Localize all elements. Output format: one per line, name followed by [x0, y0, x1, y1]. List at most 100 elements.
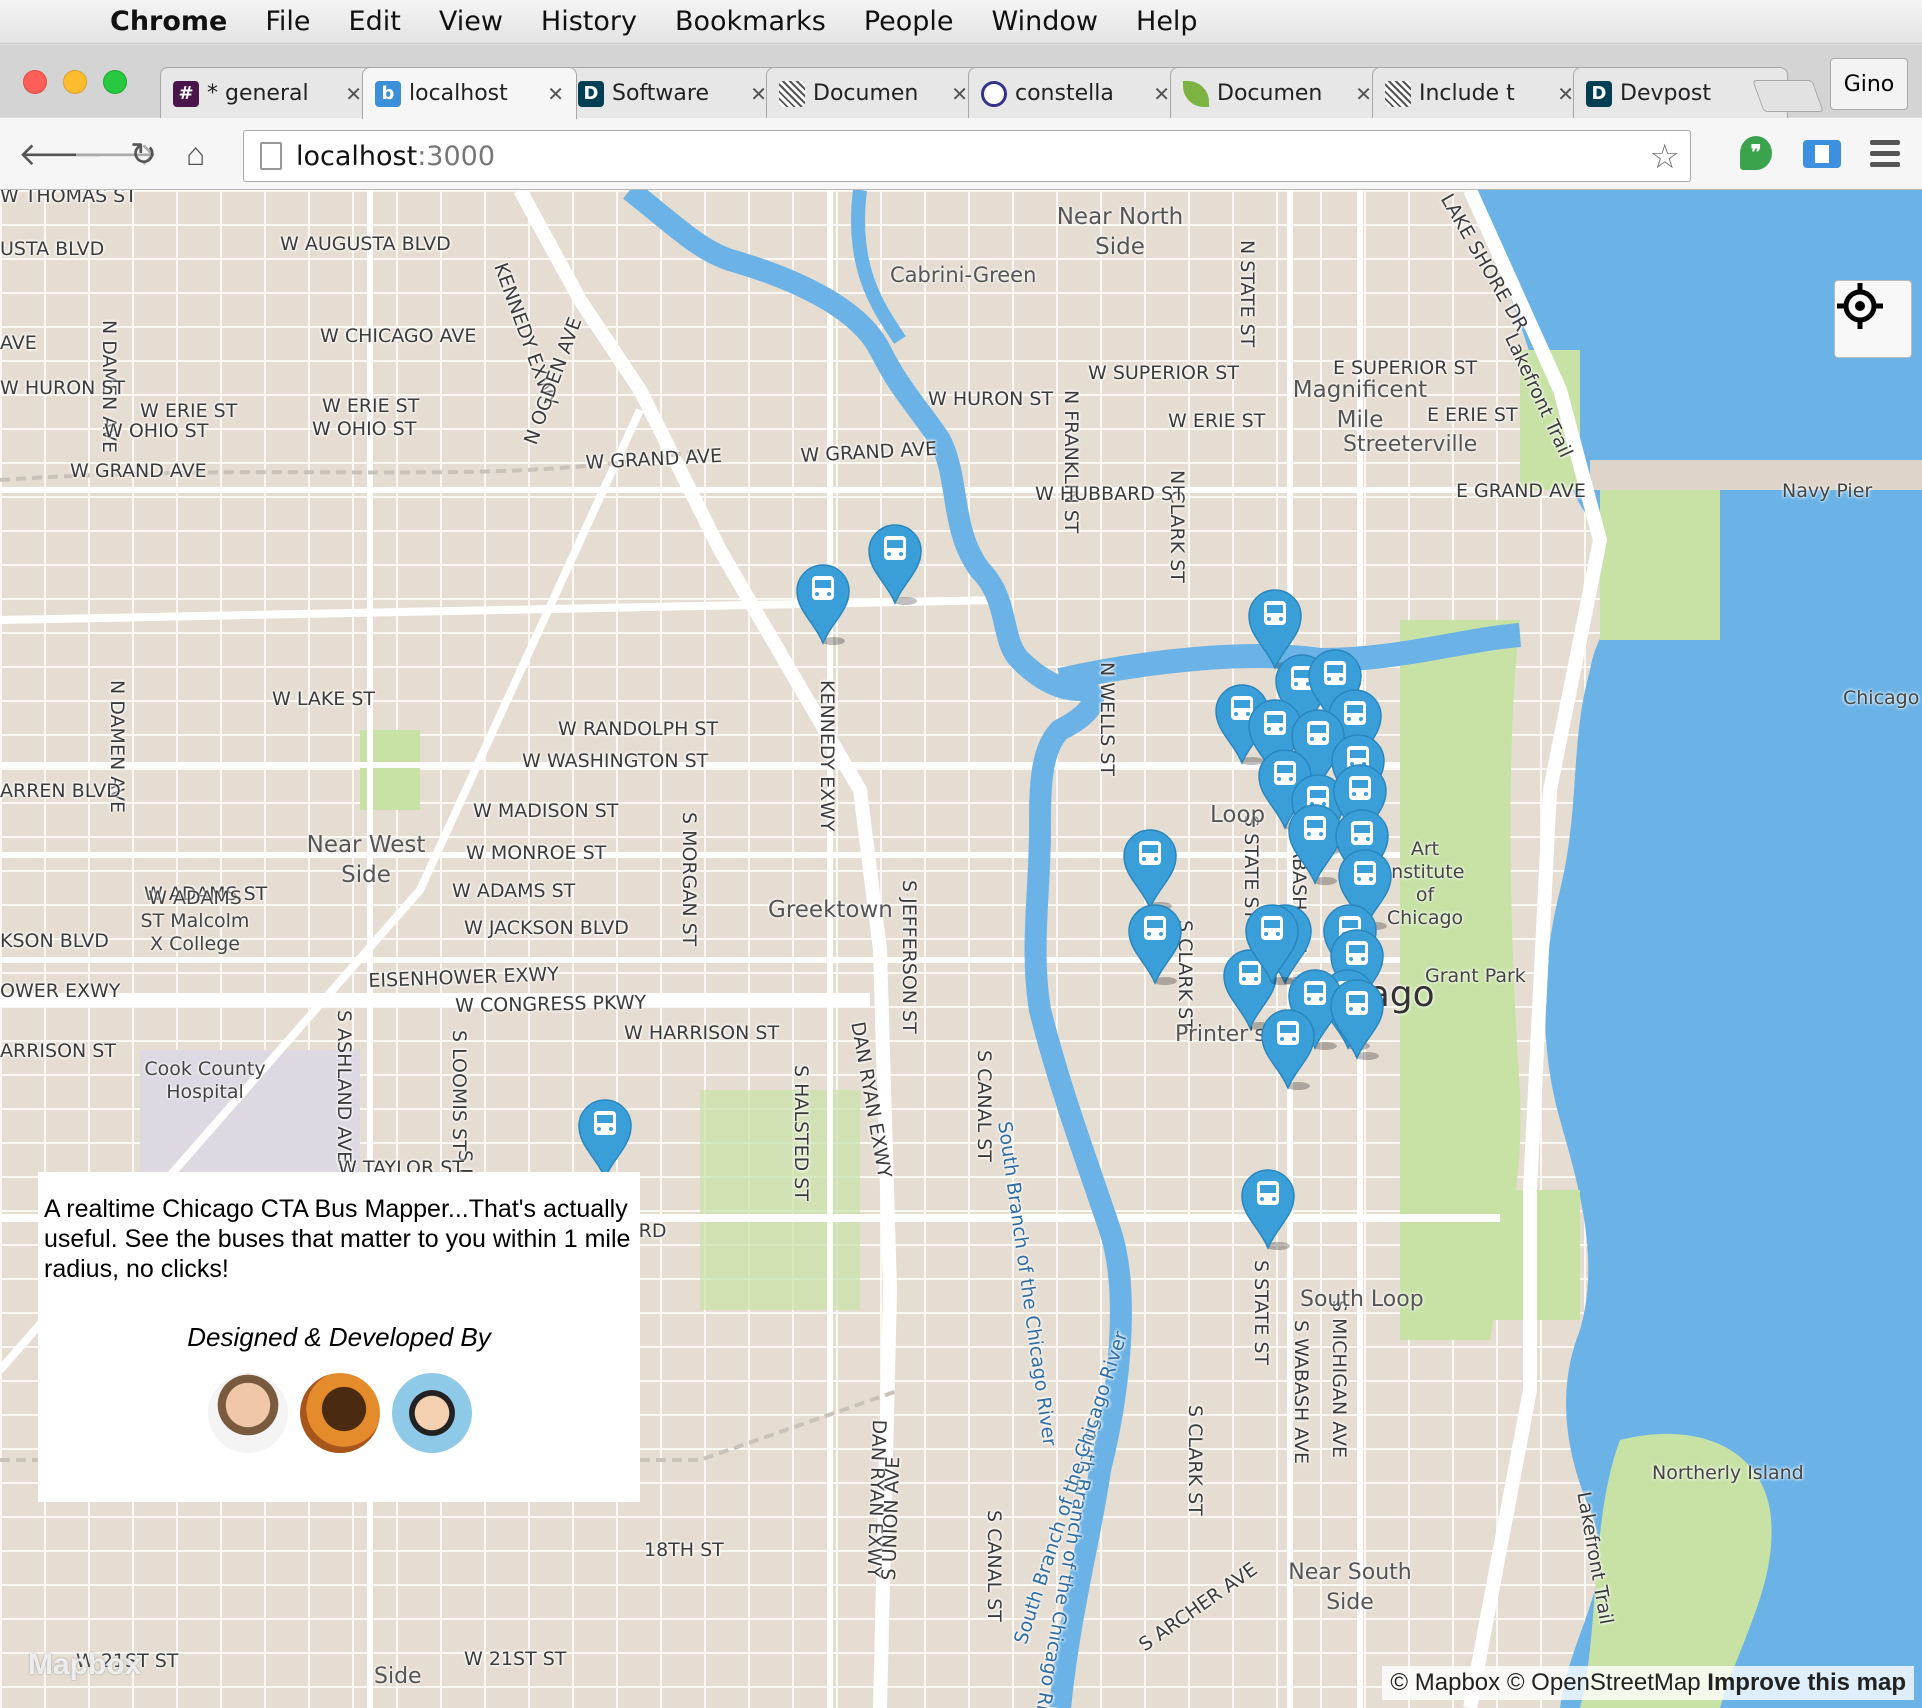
new-tab-button[interactable]: [1752, 80, 1824, 112]
tab-favicon-#-icon: #: [173, 80, 199, 107]
window-minimize-button[interactable]: [63, 70, 87, 94]
tab-close-icon[interactable]: ✕: [750, 82, 767, 106]
street-label: S MICHIGAN AVE: [1328, 1300, 1350, 1459]
tab-4[interactable]: constella ✕: [968, 67, 1183, 119]
street-label: W JACKSON BLVD: [464, 917, 629, 939]
bus-marker[interactable]: [1127, 903, 1183, 985]
tab-title: * general: [207, 81, 309, 106]
attribution-text[interactable]: © Mapbox © OpenStreetMap: [1390, 1669, 1700, 1696]
window-zoom-button[interactable]: [103, 70, 127, 94]
locate-me-button[interactable]: [1834, 280, 1912, 358]
reload-icon[interactable]: ↻: [130, 136, 157, 172]
bookmark-star-icon[interactable]: ☆: [1650, 137, 1680, 177]
bus-marker-icon: [1241, 1169, 1295, 1250]
cabrini-green-label: Cabrini-Green: [890, 263, 1037, 287]
street-label: N WELLS ST: [1096, 662, 1118, 776]
bus-marker[interactable]: [1329, 978, 1385, 1060]
bus-marker[interactable]: [577, 1098, 633, 1180]
tab-close-icon[interactable]: ✕: [1153, 82, 1170, 106]
menu-window[interactable]: Window: [992, 6, 1098, 37]
profile-button[interactable]: Gino: [1830, 58, 1908, 110]
street-label: W HUBBARD ST: [1035, 483, 1185, 505]
street-label: W HURON ST: [928, 388, 1054, 410]
street-label: N FRANKLIN ST: [1060, 390, 1082, 534]
menu-edit[interactable]: Edit: [349, 6, 401, 37]
bus-marker-icon: [1261, 1009, 1315, 1090]
tab-7[interactable]: DDevpost✕: [1573, 67, 1788, 119]
avatar-developer-2[interactable]: [300, 1373, 380, 1453]
tab-favicon-leaf-icon: [1183, 80, 1209, 107]
magnificent-mile-label: Magnificent Mile: [1292, 377, 1428, 433]
menu-help[interactable]: Help: [1136, 6, 1198, 37]
tab-6[interactable]: Include t ✕: [1372, 67, 1587, 119]
harbor-area: [1600, 490, 1720, 640]
tab-close-icon[interactable]: ✕: [1355, 82, 1372, 106]
street-label: E GRAND AVE: [1456, 480, 1586, 502]
tab-close-icon[interactable]: ✕: [951, 82, 968, 106]
bus-marker[interactable]: [795, 563, 851, 645]
avatar-developer-3[interactable]: [392, 1373, 472, 1453]
bus-marker[interactable]: [1122, 828, 1178, 910]
extension-icon[interactable]: [1803, 140, 1841, 168]
tab-title: Include t: [1419, 81, 1515, 106]
improve-map-link[interactable]: Improve this map: [1707, 1669, 1906, 1696]
tab-title: Documen: [813, 81, 919, 106]
page-icon: [260, 142, 282, 170]
street-label: AVE: [0, 332, 37, 354]
tab-0[interactable]: # * general ✕: [160, 67, 375, 119]
street-label: S HALSTED ST: [790, 1065, 812, 1201]
bus-marker[interactable]: [1240, 1168, 1296, 1250]
hangouts-extension-icon[interactable]: ❞: [1740, 136, 1772, 170]
bus-marker-icon: [1128, 904, 1182, 985]
mapbox-logo[interactable]: Mapbox: [28, 1648, 141, 1682]
bus-marker[interactable]: [867, 523, 923, 605]
tab-title: localhost: [409, 81, 508, 106]
window-close-button[interactable]: [23, 70, 47, 94]
bus-marker-icon: [1123, 829, 1177, 910]
tab-close-icon[interactable]: ✕: [547, 82, 564, 106]
tab-favicon-D-icon: D: [578, 80, 604, 107]
street-label: S UNION AVE: [878, 1456, 905, 1581]
menu-people[interactable]: People: [864, 6, 954, 37]
street-label: W GRAND AVE: [70, 460, 207, 482]
browser-toolbar: 🡐 🡒 ↻ ⌂ localhost:3000 ☆ ❞: [0, 118, 1922, 190]
bus-marker[interactable]: [1260, 1008, 1316, 1090]
mac-menubar: Chrome File Edit View History Bookmarks …: [0, 0, 1922, 44]
menu-view[interactable]: View: [439, 6, 503, 37]
crosshair-icon: [1837, 283, 1883, 329]
home-icon[interactable]: ⌂: [186, 136, 205, 172]
street-label: W WASHINGTON ST: [522, 750, 709, 772]
bus-marker-icon: [868, 524, 922, 605]
malcolm-x-college-label: W ADAMS ST Malcolm X College: [140, 887, 250, 955]
bus-marker-icon: [1330, 979, 1384, 1060]
street-label: W HURON ST: [0, 377, 126, 399]
address-bar[interactable]: localhost:3000 ☆: [243, 130, 1691, 182]
chicago-label-east: Chicago: [1843, 687, 1920, 709]
tab-close-icon[interactable]: ✕: [1557, 82, 1574, 106]
tab-1[interactable]: b localhost ✕: [362, 67, 577, 119]
street-label: N STATE ST: [1236, 240, 1258, 348]
street-label: OWER EXWY: [0, 980, 121, 1002]
menu-app-name[interactable]: Chrome: [110, 6, 227, 37]
menu-bookmarks[interactable]: Bookmarks: [675, 6, 826, 37]
street-label: USTA BLVD: [0, 238, 105, 260]
street-label: S CANAL ST: [973, 1050, 995, 1162]
tab-2[interactable]: D Software ✕: [565, 67, 780, 119]
tab-5[interactable]: Documen ✕: [1170, 67, 1385, 119]
chrome-menu-icon[interactable]: [1870, 140, 1900, 168]
street-label: S ASHLAND AVE: [333, 1010, 355, 1164]
tab-title: constella: [1015, 81, 1114, 106]
near-north-side-label: Near North Side: [1056, 204, 1184, 260]
menu-history[interactable]: History: [541, 6, 637, 37]
street-label: S MORGAN ST: [678, 812, 700, 947]
menu-file[interactable]: File: [265, 6, 310, 37]
avatar-developer-1[interactable]: [208, 1373, 288, 1453]
tab-close-icon[interactable]: ✕: [345, 82, 362, 106]
street-label: W ADAMS ST: [452, 880, 576, 902]
street-label: ARRISON ST: [0, 1040, 116, 1062]
grant-park-label: Grant Park: [1425, 965, 1526, 987]
tab-3[interactable]: Documen ✕: [766, 67, 981, 119]
street-label: W CHICAGO AVE: [320, 325, 477, 347]
northerly-island-label: Northerly Island: [1652, 1462, 1804, 1484]
south-loop-label: South Loop: [1300, 1287, 1424, 1312]
